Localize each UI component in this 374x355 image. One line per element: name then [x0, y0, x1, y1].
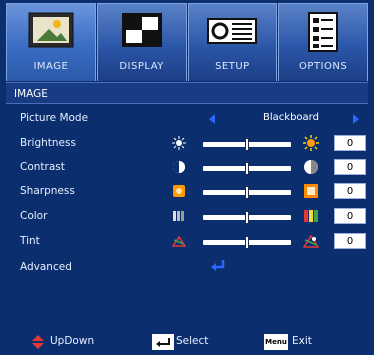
tab-options[interactable]: OPTIONS — [278, 3, 368, 81]
footer-select-label: Select — [176, 335, 209, 347]
footer-exit-label: Exit — [292, 335, 312, 347]
tint-label: Tint — [20, 235, 40, 247]
tab-label-image: IMAGE — [33, 61, 69, 72]
contrast-low-icon — [173, 161, 185, 173]
sharpness-slider-knob[interactable] — [245, 186, 249, 199]
brightness-slider[interactable] — [203, 138, 291, 151]
tint-high-icon — [303, 234, 319, 248]
row-contrast[interactable]: Contrast 0 — [6, 158, 368, 178]
options-checklist-icon — [308, 12, 339, 52]
color-label: Color — [20, 210, 48, 222]
brightness-high-icon — [303, 135, 319, 151]
tab-image[interactable]: IMAGE — [6, 3, 96, 81]
display-tab-icon — [121, 13, 162, 47]
section-title: IMAGE — [6, 82, 368, 104]
tint-value: 0 — [334, 233, 366, 249]
updown-icon — [32, 335, 44, 349]
row-sharpness[interactable]: Sharpness 0 — [6, 182, 368, 202]
tab-label-setup: SETUP — [215, 61, 250, 72]
sharpness-low-icon — [173, 185, 185, 197]
row-color[interactable]: Color 0 — [6, 207, 368, 227]
contrast-slider[interactable] — [203, 162, 291, 175]
tab-setup[interactable]: SETUP — [187, 3, 278, 81]
osd-menu: IMAGE DISPLAY SETUP OPTIONS IMAGE Pictur… — [0, 0, 374, 355]
row-picture-mode[interactable]: Picture Mode Blackboard — [6, 109, 368, 129]
tab-display[interactable]: DISPLAY — [96, 3, 187, 81]
picture-mode-label: Picture Mode — [20, 112, 89, 124]
tab-bar: IMAGE DISPLAY SETUP OPTIONS — [6, 3, 368, 81]
tint-slider-knob[interactable] — [245, 236, 249, 249]
enter-key-icon — [152, 334, 174, 350]
brightness-label: Brightness — [20, 137, 76, 149]
picture-mode-value: Blackboard — [263, 112, 319, 123]
enter-arrow-icon[interactable] — [210, 259, 226, 273]
contrast-label: Contrast — [20, 161, 65, 173]
contrast-high-icon — [304, 160, 318, 174]
sharpness-slider[interactable] — [203, 186, 291, 199]
tint-slider[interactable] — [203, 236, 291, 249]
image-tab-icon — [28, 12, 74, 48]
tab-label-display: DISPLAY — [119, 61, 164, 72]
tint-low-icon — [172, 235, 186, 247]
brightness-low-icon — [172, 136, 186, 150]
color-slider[interactable] — [203, 211, 291, 224]
left-arrow-icon[interactable] — [209, 114, 215, 124]
footer-updown-label: UpDown — [50, 335, 95, 347]
brightness-value: 0 — [334, 135, 366, 151]
footer-bar: UpDown Select Menu Exit — [6, 332, 368, 352]
contrast-value: 0 — [334, 159, 366, 175]
advanced-label: Advanced — [20, 261, 72, 273]
color-value: 0 — [334, 208, 366, 224]
color-high-icon — [304, 210, 318, 222]
sharpness-high-icon — [304, 184, 318, 198]
color-low-icon — [173, 211, 184, 221]
sharpness-label: Sharpness — [20, 185, 75, 197]
tab-label-options: OPTIONS — [299, 61, 348, 72]
menu-key-icon: Menu — [264, 334, 288, 350]
row-tint[interactable]: Tint 0 — [6, 232, 368, 252]
row-advanced[interactable]: Advanced — [6, 258, 368, 278]
projector-icon — [207, 18, 258, 44]
color-slider-knob[interactable] — [245, 211, 249, 224]
contrast-slider-knob[interactable] — [245, 162, 249, 175]
sharpness-value: 0 — [334, 183, 366, 199]
right-arrow-icon[interactable] — [353, 114, 359, 124]
row-brightness[interactable]: Brightness 0 — [6, 134, 368, 154]
brightness-slider-knob[interactable] — [245, 138, 249, 151]
